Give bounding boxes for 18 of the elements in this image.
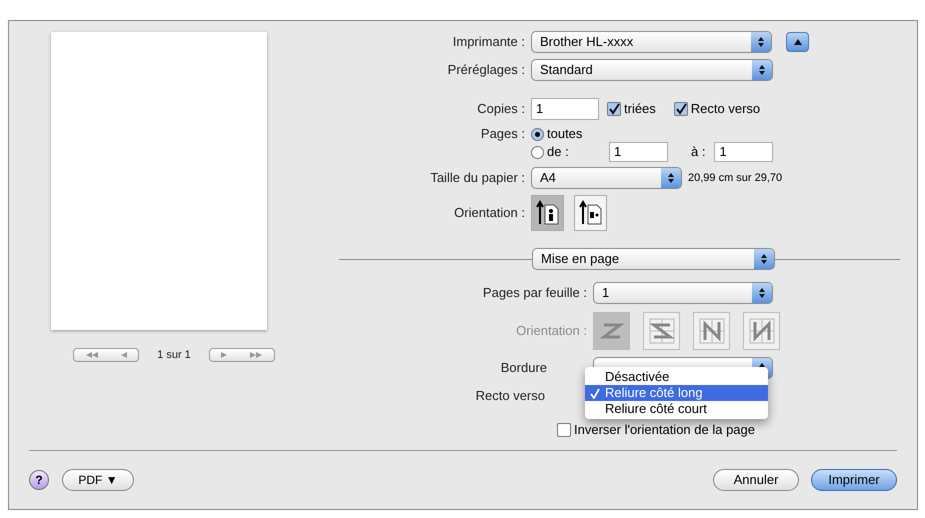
radio-label: toutes — [547, 125, 584, 144]
radio-label: de : — [547, 143, 570, 162]
collated-label: triées — [624, 100, 656, 118]
to-label: à : — [691, 143, 706, 162]
border-label: Bordure — [500, 359, 547, 378]
pages-label: Pages : — [480, 125, 525, 143]
orientation-label: Orientation : — [453, 204, 525, 222]
paper-dimensions: 20,99 cm sur 29,70 — [688, 170, 782, 186]
pages-per-sheet-label: Pages par feuille : — [482, 284, 587, 302]
duplex-label: Recto verso — [690, 100, 760, 118]
reverse-orientation-label: Inverser l'orientation de la page — [574, 421, 755, 440]
duplex-binding-label: Recto verso — [474, 387, 545, 406]
printer-label: Imprimante : — [452, 33, 525, 52]
copies-label: Copies : — [476, 100, 525, 118]
layout-direction-label: Orientation : — [515, 322, 587, 340]
presets-label: Préréglages : — [446, 61, 525, 80]
page-counter: 1 sur 1 — [157, 348, 191, 363]
paper-size-label: Taille du papier : — [429, 169, 525, 188]
